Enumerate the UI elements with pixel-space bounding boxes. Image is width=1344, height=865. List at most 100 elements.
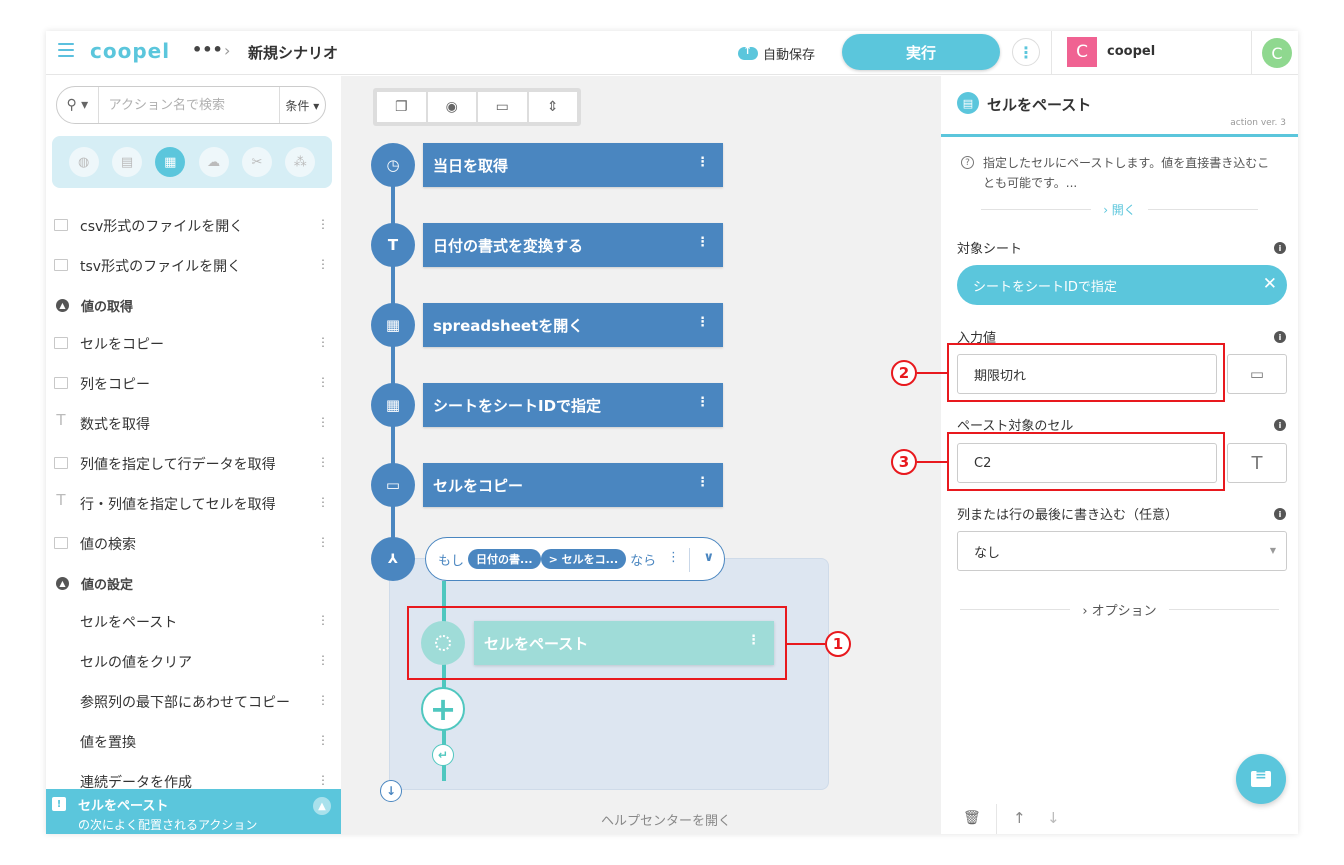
- trash-icon[interactable]: 🗑: [963, 810, 981, 826]
- cloud-icon[interactable]: ☁: [198, 147, 229, 177]
- action-label: セルをコピー: [80, 337, 164, 353]
- org-avatar[interactable]: C: [1067, 37, 1097, 67]
- chevron-up-icon[interactable]: ▲: [313, 797, 331, 815]
- clock-icon[interactable]: ◷: [371, 143, 415, 187]
- info-icon[interactable]: i: [1274, 331, 1286, 343]
- item-menu-icon[interactable]: ⋮: [317, 733, 329, 747]
- arrow-up-icon[interactable]: ↑: [1013, 809, 1026, 827]
- coopel-logo[interactable]: coopel: [90, 39, 170, 63]
- blocks-icon[interactable]: ⁂: [285, 147, 316, 177]
- flow-node[interactable]: spreadsheetを開く ⋮: [423, 303, 723, 347]
- node-menu-icon[interactable]: ⋮: [696, 395, 709, 410]
- info-icon[interactable]: i: [1274, 508, 1286, 520]
- section-header-set[interactable]: ▲ 値の設定: [46, 564, 341, 602]
- chevron-down-icon[interactable]: ∨: [703, 550, 714, 565]
- item-menu-icon[interactable]: ⋮: [317, 257, 329, 271]
- list-item[interactable]: T 行・列値を指定してセルを取得 ⋮: [46, 484, 341, 524]
- item-menu-icon[interactable]: ⋮: [317, 773, 329, 787]
- comment-icon[interactable]: ▭: [478, 92, 527, 122]
- list-item[interactable]: 列値を指定して行データを取得 ⋮: [46, 444, 341, 484]
- spreadsheet-doc-icon[interactable]: ▦: [155, 147, 186, 177]
- flow-canvas[interactable]: ❐ ◉ ▭ ⇕ ◷ 当日を取得 ⋮ T 日付の書式を変換する ⋮ ▦ sprea…: [341, 76, 941, 834]
- text-mode-icon[interactable]: T: [1227, 443, 1287, 483]
- arrow-down-icon[interactable]: ↓: [1047, 809, 1060, 827]
- target-sheet-selector[interactable]: シートをシートIDで指定 ✕: [957, 265, 1287, 305]
- options-toggle[interactable]: › オプション: [941, 601, 1298, 619]
- item-menu-icon[interactable]: ⋮: [317, 335, 329, 349]
- chat-support-button[interactable]: [1236, 754, 1286, 804]
- list-item[interactable]: 値の検索 ⋮: [46, 524, 341, 564]
- node-menu-icon[interactable]: ⋮: [696, 155, 709, 170]
- suggestion-banner[interactable]: ! セルをペースト の次によく配置されるアクション ▲: [46, 789, 341, 834]
- more-options-button[interactable]: ⋮: [1012, 38, 1040, 66]
- node-label: spreadsheetを開く: [433, 316, 584, 335]
- flow-node[interactable]: 当日を取得 ⋮: [423, 143, 723, 187]
- item-menu-icon[interactable]: ⋮: [317, 613, 329, 627]
- list-item[interactable]: セルの値をクリア ⋮: [46, 642, 341, 682]
- item-menu-icon[interactable]: ⋮: [317, 217, 329, 231]
- text-icon[interactable]: T: [371, 223, 415, 267]
- info-icon[interactable]: i: [1274, 419, 1286, 431]
- item-menu-icon[interactable]: ⋮: [317, 415, 329, 429]
- add-action-icon[interactable]: +: [421, 687, 465, 731]
- hamburger-menu-icon[interactable]: [58, 43, 74, 57]
- flow-node[interactable]: シートをシートIDで指定 ⋮: [423, 383, 723, 427]
- run-button[interactable]: 実行: [842, 34, 1000, 70]
- tools-icon[interactable]: ✂: [241, 147, 272, 177]
- eye-off-icon[interactable]: ◉: [427, 92, 476, 122]
- cell-picker-icon[interactable]: ▭: [1227, 354, 1287, 394]
- arrow-down-icon[interactable]: ↓: [380, 780, 402, 802]
- condition-node[interactable]: もし 日付の書... > セルをコ... なら ⋮ ∨: [425, 537, 725, 581]
- item-menu-icon[interactable]: ⋮: [317, 455, 329, 469]
- breadcrumb-more-button[interactable]: •••: [192, 40, 223, 59]
- node-menu-icon[interactable]: ⋮: [696, 315, 709, 330]
- search-type-dropdown[interactable]: ⚲ ▾: [57, 87, 99, 123]
- search-input[interactable]: [98, 87, 279, 123]
- expand-description-link[interactable]: › 開く: [941, 201, 1298, 217]
- list-item[interactable]: 参照列の最下部にあわせてコピー ⋮: [46, 682, 341, 722]
- branch-icon[interactable]: ⅄: [371, 537, 415, 581]
- highlight-box: [947, 343, 1225, 402]
- list-item[interactable]: T 数式を取得 ⋮: [46, 404, 341, 444]
- text-icon: T: [56, 411, 66, 429]
- action-label: 値の検索: [80, 537, 136, 553]
- user-avatar[interactable]: C: [1262, 38, 1292, 68]
- excel-icon[interactable]: ▤: [111, 147, 142, 177]
- copy-icon[interactable]: ❐: [377, 92, 426, 122]
- condition-chip[interactable]: 日付の書...: [468, 549, 541, 569]
- sheet-icon[interactable]: ▦: [371, 383, 415, 427]
- node-menu-icon[interactable]: ⋮: [696, 235, 709, 250]
- item-menu-icon[interactable]: ⋮: [317, 375, 329, 389]
- item-menu-icon[interactable]: ⋮: [317, 535, 329, 549]
- node-menu-icon[interactable]: ⋮: [667, 550, 680, 565]
- flow-node[interactable]: セルをコピー ⋮: [423, 463, 723, 507]
- flow-node[interactable]: 日付の書式を変換する ⋮: [423, 223, 723, 267]
- condition-chip[interactable]: > セルをコ...: [540, 549, 627, 569]
- item-menu-icon[interactable]: ⋮: [317, 495, 329, 509]
- collapse-all-icon[interactable]: ⇕: [528, 92, 577, 122]
- filter-conditions-button[interactable]: 条件 ▾: [278, 87, 325, 123]
- item-menu-icon[interactable]: ⋮: [317, 693, 329, 707]
- scenario-title[interactable]: 新規シナリオ: [248, 42, 338, 63]
- return-icon[interactable]: ↵: [432, 744, 454, 766]
- spreadsheet-icon[interactable]: ▦: [371, 303, 415, 347]
- cell-icon[interactable]: ▭: [371, 463, 415, 507]
- help-center-link[interactable]: ヘルプセンターを開く: [601, 810, 731, 829]
- callout-line: [917, 372, 947, 374]
- node-menu-icon[interactable]: ⋮: [696, 475, 709, 490]
- close-icon[interactable]: ✕: [1263, 274, 1277, 294]
- item-menu-icon[interactable]: ⋮: [317, 653, 329, 667]
- action-description: ? 指定したセルにペーストします。値を直接書き込むことも可能です。...: [961, 153, 1281, 193]
- append-select[interactable]: なし ▼: [957, 531, 1287, 571]
- callout-number: 1: [825, 631, 851, 657]
- info-icon[interactable]: i: [1274, 242, 1286, 254]
- section-header-get[interactable]: ▲ 値の取得: [46, 286, 341, 324]
- list-item[interactable]: 列をコピー ⋮: [46, 364, 341, 404]
- globe-icon[interactable]: ◍: [68, 147, 99, 177]
- list-item[interactable]: tsv形式のファイルを開く ⋮: [46, 246, 341, 286]
- org-name[interactable]: coopel: [1107, 44, 1155, 59]
- list-item[interactable]: セルをコピー ⋮: [46, 324, 341, 364]
- list-item[interactable]: セルをペースト ⋮: [46, 602, 341, 642]
- list-item[interactable]: csv形式のファイルを開く ⋮: [46, 206, 341, 246]
- list-item[interactable]: 値を置換 ⋮: [46, 722, 341, 762]
